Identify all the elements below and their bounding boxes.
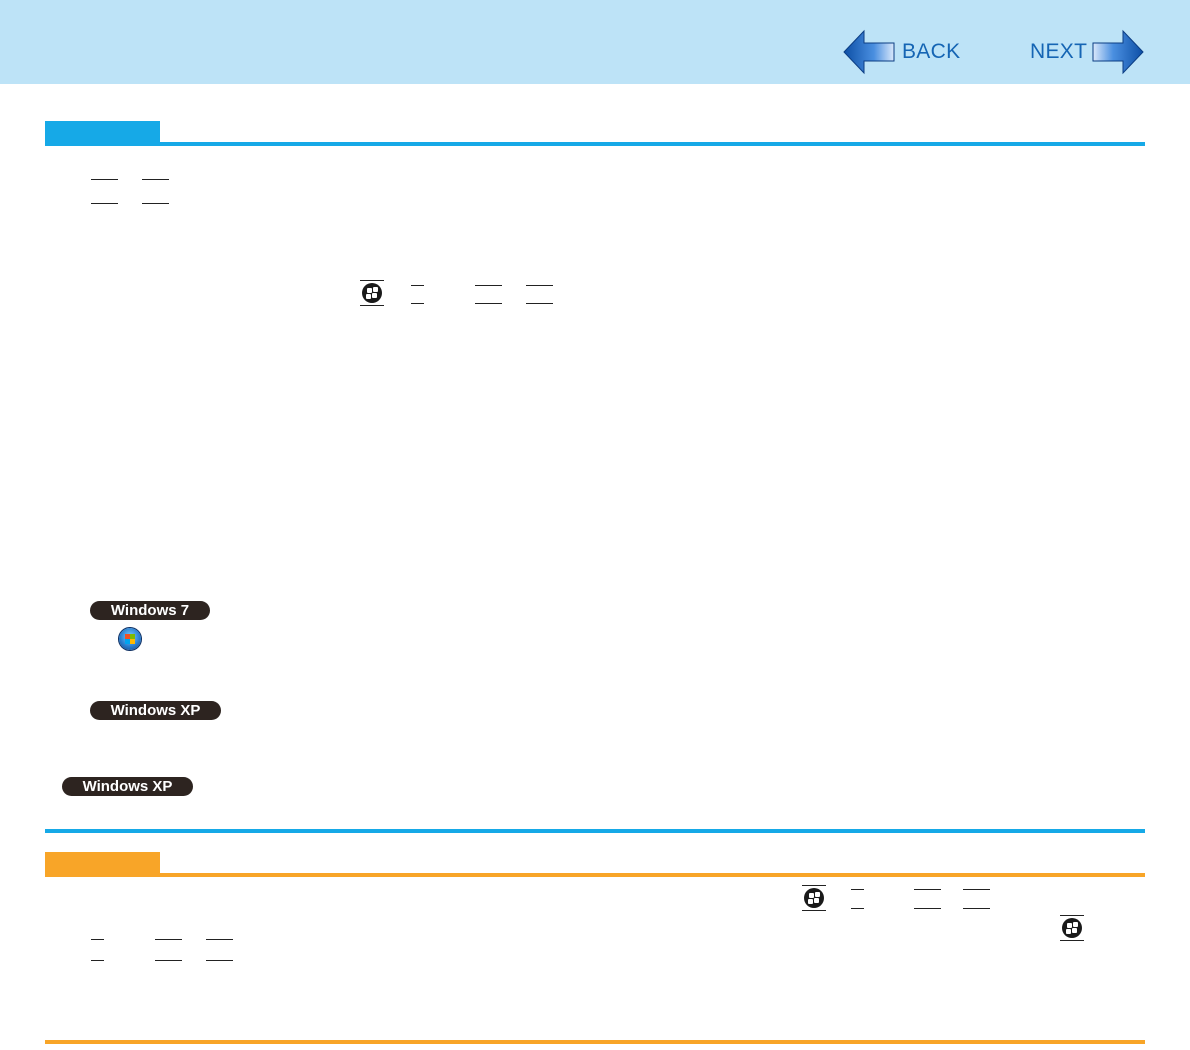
key-cap [475,287,502,304]
key-cap [155,944,182,961]
note-section-tab [45,121,160,143]
windows-logo-icon [1062,918,1082,938]
key-cap [411,287,424,304]
windows-xp-badge: Windows XP [90,701,221,720]
windows-key [360,280,384,306]
windows-key [802,885,826,911]
windows-logo-icon [804,888,824,908]
key-cap [963,892,990,909]
windows-start-orb-icon [119,628,141,650]
key-cap [142,187,169,204]
key-cap [914,892,941,909]
key-cap [851,892,864,909]
header-band [0,0,1190,84]
next-button[interactable]: NEXT [1030,27,1145,77]
caution-section-top-rule [45,873,1145,877]
windows-xp-badge: Windows XP [62,777,193,796]
note-section-bottom-rule [45,829,1145,833]
windows-7-badge: Windows 7 [90,601,210,620]
key-cap [91,944,104,961]
arrow-right-icon [1092,29,1144,75]
back-button[interactable]: BACK [842,27,960,77]
caution-section-bottom-rule [45,1040,1145,1044]
key-cap [206,944,233,961]
caution-section-tab [45,852,160,874]
next-label: NEXT [1030,40,1088,63]
note-section-top-rule [45,142,1145,146]
back-label: BACK [902,40,961,63]
key-cap [526,287,553,304]
key-cap [91,187,118,204]
arrow-left-icon [843,29,895,75]
windows-logo-icon [362,283,382,303]
windows-key [1060,915,1084,941]
